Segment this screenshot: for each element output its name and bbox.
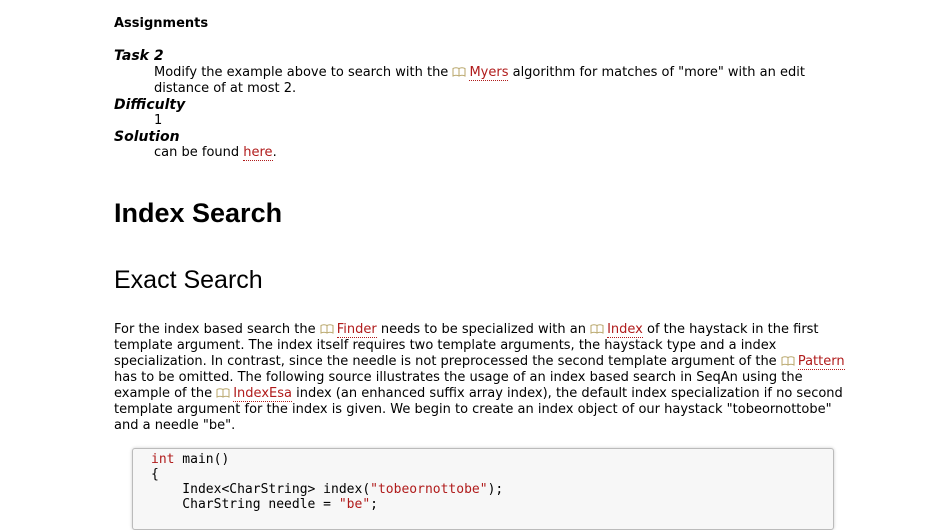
exact-search-paragraph: For the index based search the Finder ne… — [114, 322, 852, 434]
code-line-2: { — [151, 467, 159, 482]
solution-description: can be found here. — [154, 145, 844, 161]
solution-text-before: can be found — [154, 145, 244, 160]
assignments-heading: Assignments — [114, 16, 209, 31]
code-block: int main() { Index<CharString> index("to… — [132, 448, 834, 530]
code-listing: int main() { Index<CharString> index("to… — [133, 449, 833, 512]
indexesa-link[interactable]: IndexEsa — [233, 386, 292, 402]
exact-search-heading: Exact Search — [114, 266, 263, 294]
pattern-link[interactable]: Pattern — [797, 354, 845, 370]
task-text-before: Modify the example above to search with … — [154, 65, 453, 80]
index-search-heading: Index Search — [114, 198, 283, 228]
para-text-2: needs to be specialized with an — [376, 322, 591, 337]
book-icon — [216, 388, 230, 398]
task-description: Modify the example above to search with … — [154, 65, 844, 97]
code-line-3a: Index<CharString> index( — [151, 482, 371, 497]
book-icon — [320, 324, 334, 334]
finder-link[interactable]: Finder — [336, 322, 377, 338]
code-line-3b: ); — [487, 482, 504, 497]
code-string-haystack: "tobeornottobe" — [370, 482, 488, 497]
task-term: Task 2 — [114, 48, 164, 64]
book-icon — [590, 324, 604, 334]
code-line-1-rest: main() — [174, 452, 230, 467]
solution-text-after: . — [272, 145, 277, 160]
solution-link[interactable]: here — [243, 145, 273, 161]
solution-term: Solution — [114, 129, 180, 145]
code-keyword-int: int — [151, 452, 175, 467]
myers-link[interactable]: Myers — [469, 65, 509, 81]
book-icon — [781, 356, 795, 366]
index-link[interactable]: Index — [607, 322, 643, 338]
para-text-1: For the index based search the — [114, 322, 320, 337]
book-icon — [452, 67, 466, 77]
difficulty-term: Difficulty — [114, 97, 186, 113]
difficulty-value: 1 — [154, 113, 163, 128]
